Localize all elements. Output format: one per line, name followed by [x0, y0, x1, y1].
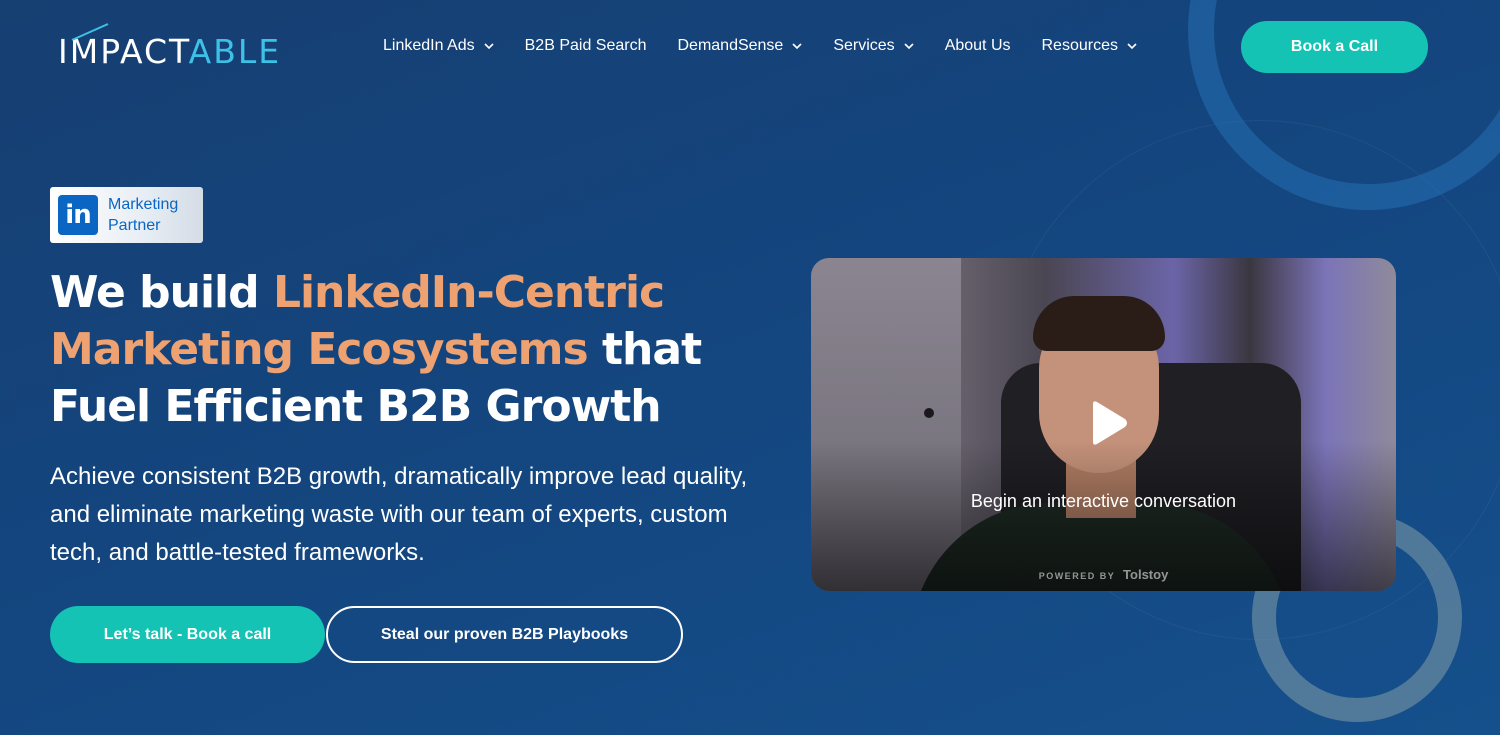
- video-caption: Begin an interactive conversation: [970, 491, 1237, 511]
- logo-swoosh-icon: [71, 23, 109, 41]
- site-header: IMPACTABLE LinkedIn Ads B2B Paid Search …: [0, 0, 1500, 95]
- powered-by-text: POWERED BY: [1038, 571, 1116, 581]
- nav-item-label: Services: [833, 37, 895, 54]
- hero-subheadline: Achieve consistent B2B growth, dramatica…: [50, 463, 748, 566]
- nav-item-resources[interactable]: Resources: [1042, 37, 1137, 55]
- playbooks-button[interactable]: Steal our proven B2B Playbooks: [326, 606, 683, 663]
- headline-part-1: We build: [50, 267, 273, 318]
- chevron-down-icon: [904, 43, 914, 50]
- nav-item-label: About Us: [944, 37, 1011, 54]
- chevron-down-icon: [484, 43, 494, 50]
- nav-item-label: DemandSense: [677, 37, 784, 54]
- nav-item-linkedin-ads[interactable]: LinkedIn Ads: [383, 37, 494, 55]
- video-widget[interactable]: Begin an interactive conversation POWERE…: [811, 258, 1396, 591]
- nav-item-services[interactable]: Services: [833, 37, 914, 55]
- chevron-down-icon: [1127, 43, 1137, 50]
- hero-headline: We build LinkedIn-Centric Marketing Ecos…: [50, 264, 750, 435]
- chevron-down-icon: [792, 43, 802, 50]
- nav-item-demandsense[interactable]: DemandSense: [677, 37, 802, 55]
- logo-text-able: ABLE: [188, 32, 282, 71]
- nav-item-label: Resources: [1041, 37, 1118, 54]
- powered-brand: Tolstoy: [1123, 567, 1169, 582]
- nav-item-b2b-paid-search[interactable]: B2B Paid Search: [525, 37, 647, 55]
- nav-item-label: LinkedIn Ads: [383, 37, 475, 54]
- nav-item-about-us[interactable]: About Us: [945, 37, 1011, 55]
- nav-item-label: B2B Paid Search: [524, 37, 647, 54]
- badge-line-1: Marketing: [108, 196, 179, 213]
- linkedin-icon: in: [58, 195, 98, 235]
- powered-by-label: POWERED BY Tolstoy: [811, 567, 1396, 582]
- main-nav: LinkedIn Ads B2B Paid Search DemandSense…: [383, 37, 1168, 55]
- book-a-call-button[interactable]: Book a Call: [1241, 21, 1428, 73]
- play-icon[interactable]: [1081, 398, 1131, 448]
- badge-line-2: Partner: [108, 217, 161, 234]
- badge-text: Marketing Partner: [108, 194, 178, 236]
- linkedin-marketing-partner-badge: in Marketing Partner: [50, 187, 203, 243]
- lets-talk-book-a-call-button[interactable]: Let’s talk - Book a call: [50, 606, 325, 663]
